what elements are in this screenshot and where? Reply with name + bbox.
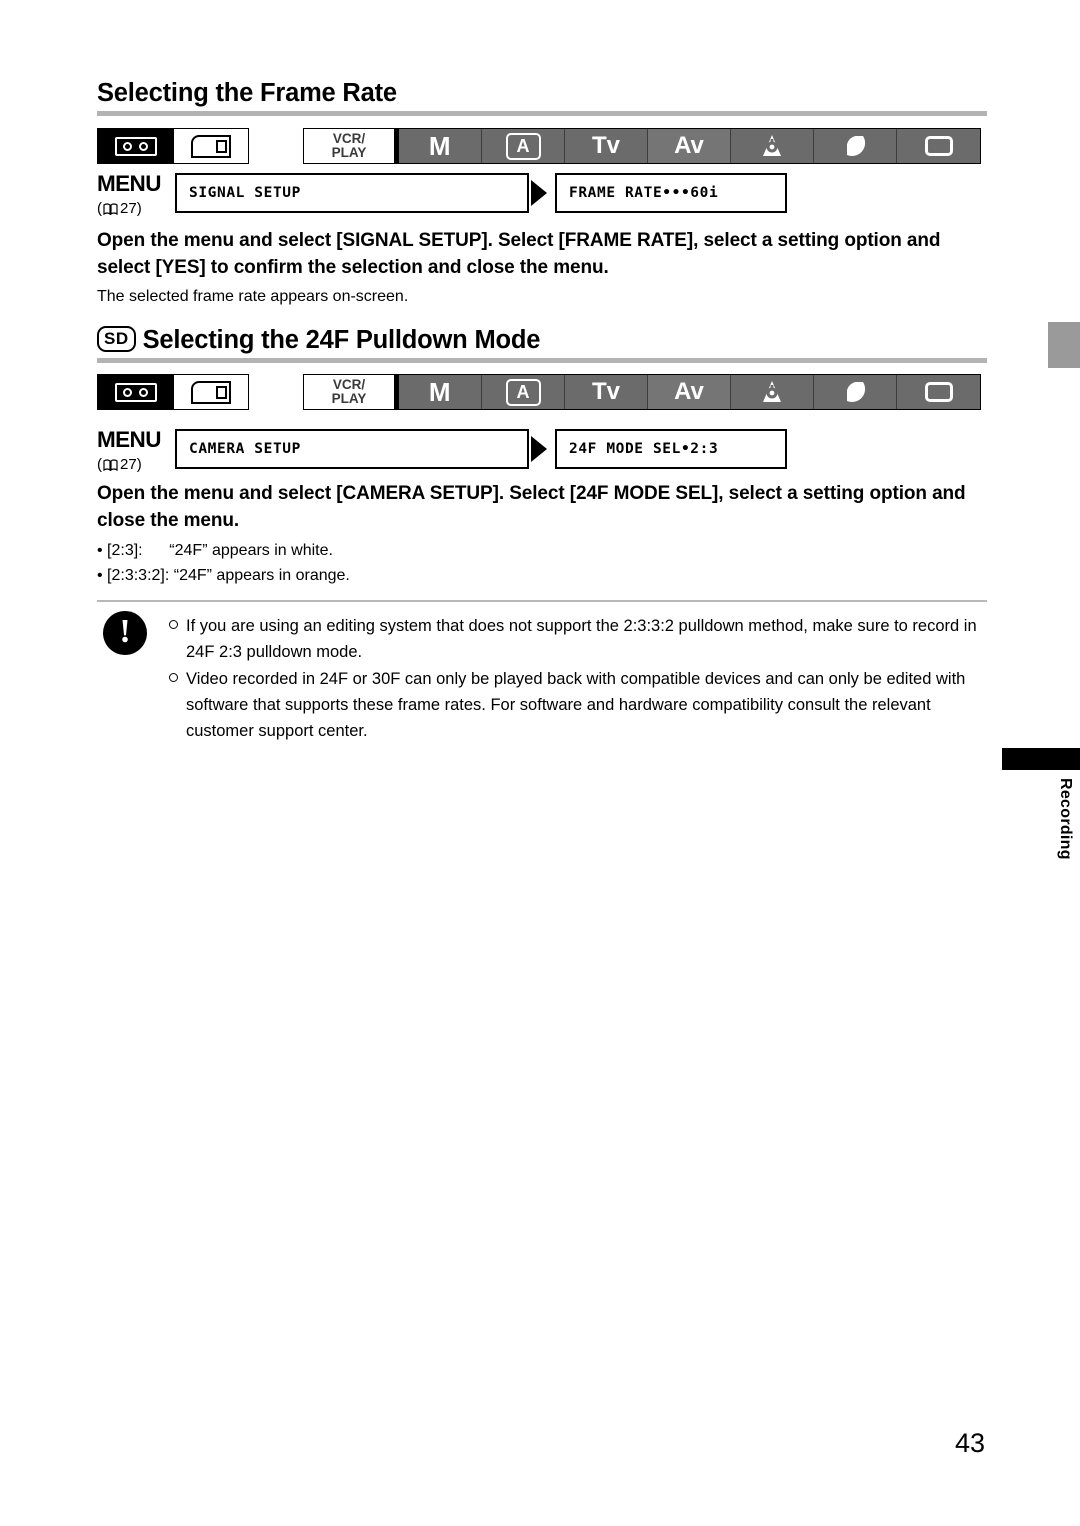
page-title: Selecting the Frame Rate [97, 79, 397, 107]
tape-cassette-icon [114, 382, 157, 402]
note-divider [97, 600, 987, 602]
mode-cell-easy-1[interactable] [897, 129, 980, 163]
mode-label-auto: A [505, 132, 541, 160]
mode-cell-night-2[interactable] [814, 375, 897, 409]
ref-open-paren: ( [97, 455, 102, 473]
exclamation-warning-icon: ! [103, 611, 147, 655]
mode-bar-1: VCR/ PLAY M A Tv Av [303, 128, 981, 164]
list-item: • [2:3:3:2]: “24F” appears in orange. [97, 567, 350, 585]
menu-item-frame-rate[interactable]: FRAME RATE•••60i [555, 173, 787, 213]
ref-close-paren: ) [136, 455, 142, 473]
spotlight-icon [763, 135, 781, 156]
mode-cell-tv-2[interactable]: Tv [565, 375, 648, 409]
mode-label-av: Av [674, 132, 704, 159]
mode-cell-spotlight-1[interactable] [731, 129, 814, 163]
menu-page-reference: (27) [97, 201, 179, 216]
menu-item-signal-setup[interactable]: SIGNAL SETUP [175, 173, 529, 213]
page-subtitle: SD Selecting the 24F Pulldown Mode [97, 326, 987, 354]
note-item-text: Video recorded in 24F or 30F can only be… [186, 670, 966, 740]
easy-rectangle-icon [924, 136, 953, 156]
ring-bullet-icon [169, 673, 178, 683]
night-moon-icon [846, 381, 866, 403]
ref-open-paren: ( [97, 199, 102, 217]
menu-label-1: MENU (27) [97, 171, 179, 216]
mode-cell-tv-1[interactable]: Tv [565, 129, 648, 163]
page-number: 43 [955, 1428, 986, 1458]
vcr-play-line2: PLAY [331, 145, 367, 160]
mode-cell-manual-2[interactable]: M [399, 375, 482, 409]
heading-rule-2 [97, 357, 987, 363]
edge-marker-grey [1048, 322, 1080, 368]
heading-rule [97, 110, 987, 116]
side-tab-label: Recording [1057, 778, 1074, 860]
mode-bar-2: VCR/ PLAY M A Tv Av [303, 374, 981, 410]
mode-cell-av-2[interactable]: Av [648, 375, 731, 409]
instruction-text-1: Open the menu and select [SIGNAL SETUP].… [97, 230, 941, 278]
mode-cell-vcr-play-2[interactable]: VCR/ PLAY [304, 375, 399, 409]
open-book-icon [103, 458, 118, 471]
mode-label-manual: M [428, 376, 452, 407]
vcr-play-line1: VCR/ [332, 130, 366, 146]
mode-cell-easy-2[interactable] [897, 375, 980, 409]
media-cell-tape-1[interactable] [98, 129, 173, 163]
section-heading-frame-rate: Selecting the Frame Rate [97, 80, 987, 116]
easy-rectangle-icon [924, 382, 953, 402]
instruction-text-2: Open the menu and select [CAMERA SETUP].… [97, 483, 966, 531]
menu-word: MENU [97, 427, 161, 452]
right-triangle-icon [531, 180, 547, 206]
sd-card-icon [191, 134, 231, 158]
menu-item-camera-setup[interactable]: CAMERA SETUP [175, 429, 529, 469]
ref-page-number: 27 [120, 199, 137, 217]
vcr-play-line2: PLAY [331, 391, 367, 406]
section-heading-pulldown: SD Selecting the 24F Pulldown Mode [97, 326, 987, 363]
mode-cell-av-1[interactable]: Av [648, 129, 731, 163]
subtext-1: The selected frame rate appears on-scree… [97, 288, 409, 305]
menu-item-24f-mode-sel[interactable]: 24F MODE SEL•2:3 [555, 429, 787, 469]
media-cell-tape-2[interactable] [98, 375, 173, 409]
mode-cell-night-1[interactable] [814, 129, 897, 163]
menu-label-2: MENU (27) [97, 427, 179, 472]
media-cell-card-2[interactable] [173, 375, 248, 409]
bullet-list: • [2:3]: “24F” appears in white. • [2:3:… [97, 538, 987, 589]
ref-page-number: 27 [120, 455, 137, 473]
note-list: If you are using an editing system that … [169, 614, 987, 747]
mode-label-av: Av [674, 378, 704, 405]
mode-label-manual: M [428, 130, 452, 161]
mode-label-tv: Tv [591, 132, 620, 159]
note-item: If you are using an editing system that … [169, 614, 987, 665]
mode-label-tv: Tv [591, 378, 620, 405]
subtitle-text: Selecting the 24F Pulldown Mode [142, 326, 541, 354]
mode-label-auto: A [505, 378, 541, 406]
tape-cassette-icon [114, 136, 157, 156]
manual-page: Selecting the Frame Rate VCR/ PLAY M A T… [0, 0, 1080, 1526]
note-box: ! If you are using an editing system tha… [97, 606, 987, 740]
vcr-play-line1: VCR/ [332, 376, 366, 392]
ring-bullet-icon [169, 620, 178, 629]
media-cell-card-1[interactable] [173, 129, 248, 163]
list-item: • [2:3]: “24F” appears in white. [97, 542, 333, 559]
spotlight-icon [763, 381, 781, 402]
sd-card-icon [191, 380, 231, 404]
sd-badge: SD [97, 326, 136, 352]
note-item: Video recorded in 24F or 30F can only be… [169, 667, 987, 744]
menu-word: MENU [97, 171, 161, 196]
mode-cell-manual-1[interactable]: M [399, 129, 482, 163]
night-moon-icon [846, 135, 866, 157]
note-item-text: If you are using an editing system that … [186, 617, 977, 661]
mode-cell-auto-2[interactable]: A [482, 375, 565, 409]
menu-page-reference: (27) [97, 457, 179, 472]
right-triangle-icon [531, 436, 547, 462]
ref-close-paren: ) [136, 199, 142, 217]
edge-marker-black [1002, 748, 1080, 770]
mode-cell-auto-1[interactable]: A [482, 129, 565, 163]
mode-cell-vcr-play-1[interactable]: VCR/ PLAY [304, 129, 399, 163]
media-selector-1 [97, 128, 249, 164]
media-selector-2 [97, 374, 249, 410]
open-book-icon [103, 202, 118, 215]
mode-cell-spotlight-2[interactable] [731, 375, 814, 409]
